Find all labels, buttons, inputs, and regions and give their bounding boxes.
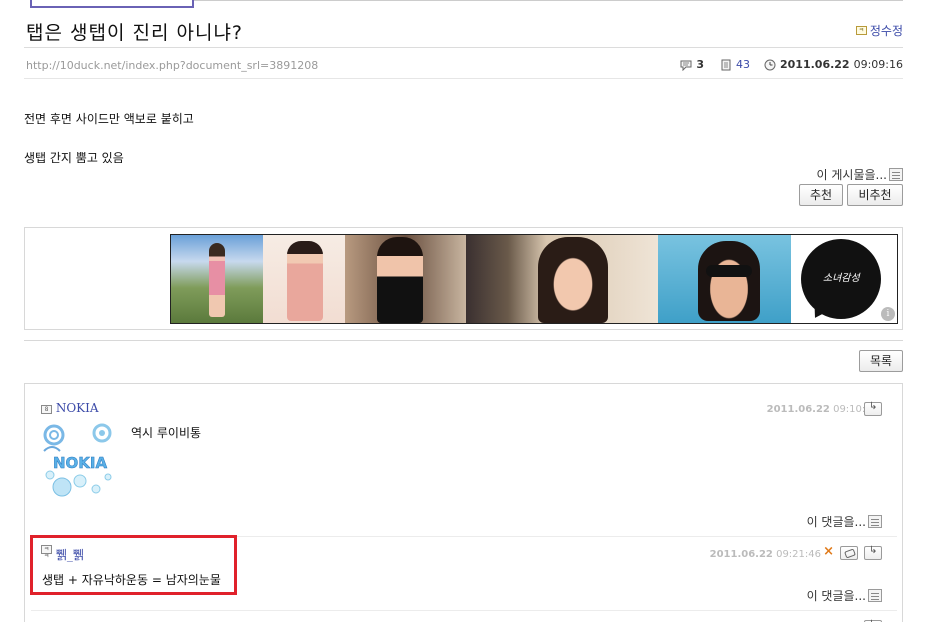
comment-author[interactable]: 8 NOKIA [41, 401, 99, 415]
comment-count: 3 [696, 58, 704, 71]
reply-arrow-icon[interactable] [864, 401, 882, 416]
highlight-box [30, 535, 237, 595]
document-icon [721, 59, 731, 70]
post-date: 2011.06.22 [780, 58, 850, 71]
list-icon[interactable] [868, 589, 882, 602]
post-stats: 3 43 2011.06.22 09:09:16 [680, 58, 903, 71]
post-tools-menu[interactable]: 이 게시물을... [817, 166, 903, 183]
recommend-button[interactable]: 추천 [799, 184, 843, 206]
ad-photo[interactable] [171, 235, 263, 323]
avatar: NOKIA [43, 423, 112, 497]
list-icon[interactable] [889, 168, 903, 181]
meta-divider [24, 78, 903, 79]
comment-date-day: 2011.06.22 [709, 549, 773, 560]
ad-banner[interactable]: 소녀감성 i [170, 234, 898, 324]
comment-date: 2011.06.22 09:21:46 [710, 549, 821, 560]
post-url[interactable]: http://10duck.net/index.php?document_srl… [26, 59, 318, 72]
top-divider [194, 0, 903, 1]
not-recommend-button[interactable]: 비추천 [847, 184, 903, 206]
comment-date: 2011.06.22 09:10:25 [767, 404, 878, 415]
reply-arrow-icon[interactable] [864, 545, 882, 560]
post-title: 탭은 생탭이 진리 아니냐? [26, 22, 244, 44]
comment-tools-menu[interactable]: 이 댓글을... [807, 587, 882, 604]
ad-logo-text: 소녀감성 [822, 273, 860, 284]
member-badge-icon: 8 [41, 405, 52, 414]
list-icon[interactable] [868, 515, 882, 528]
title-divider [24, 47, 903, 48]
post-body-line: 생탭 간지 뿜고 있음 [24, 151, 124, 165]
post-author-name[interactable]: 정수정 [870, 22, 903, 39]
read-count: 43 [736, 58, 750, 71]
comment-text: 역시 루이비통 [131, 426, 202, 440]
comment-date-day: 2011.06.22 [766, 404, 830, 415]
comment-tools-label[interactable]: 이 댓글을... [807, 513, 866, 530]
post-time: 09:09:16 [853, 58, 903, 71]
ad-photo[interactable] [657, 235, 792, 323]
x-icon[interactable]: × [823, 544, 834, 559]
comment-date-time: 09:21:46 [776, 549, 821, 560]
post-tools-label[interactable]: 이 게시물을... [817, 166, 887, 183]
list-button[interactable]: 목록 [859, 350, 903, 372]
ad-container: 소녀감성 i [24, 227, 903, 330]
speech-bubble-icon [680, 60, 692, 71]
member-badge-icon: ㅋ [855, 26, 867, 35]
comment-divider [31, 610, 897, 611]
post-body-line: 전면 후면 사이드만 액보로 붙히고 [24, 112, 194, 126]
svg-text:NOKIA: NOKIA [53, 454, 108, 472]
ad-photo[interactable] [262, 235, 345, 323]
clock-icon [764, 59, 776, 70]
ad-photo[interactable] [466, 235, 658, 323]
post-author[interactable]: ㅋ 정수정 [855, 22, 903, 39]
content-divider [24, 340, 903, 341]
eraser-icon[interactable] [840, 546, 858, 560]
comment-tools-menu[interactable]: 이 댓글을... [807, 513, 882, 530]
comment-author-name[interactable]: NOKIA [56, 401, 99, 415]
top-tab-frame [30, 0, 194, 8]
ad-info-icon[interactable]: i [881, 307, 895, 321]
comment-tools-label[interactable]: 이 댓글을... [807, 587, 866, 604]
ad-photo[interactable] [344, 235, 467, 323]
